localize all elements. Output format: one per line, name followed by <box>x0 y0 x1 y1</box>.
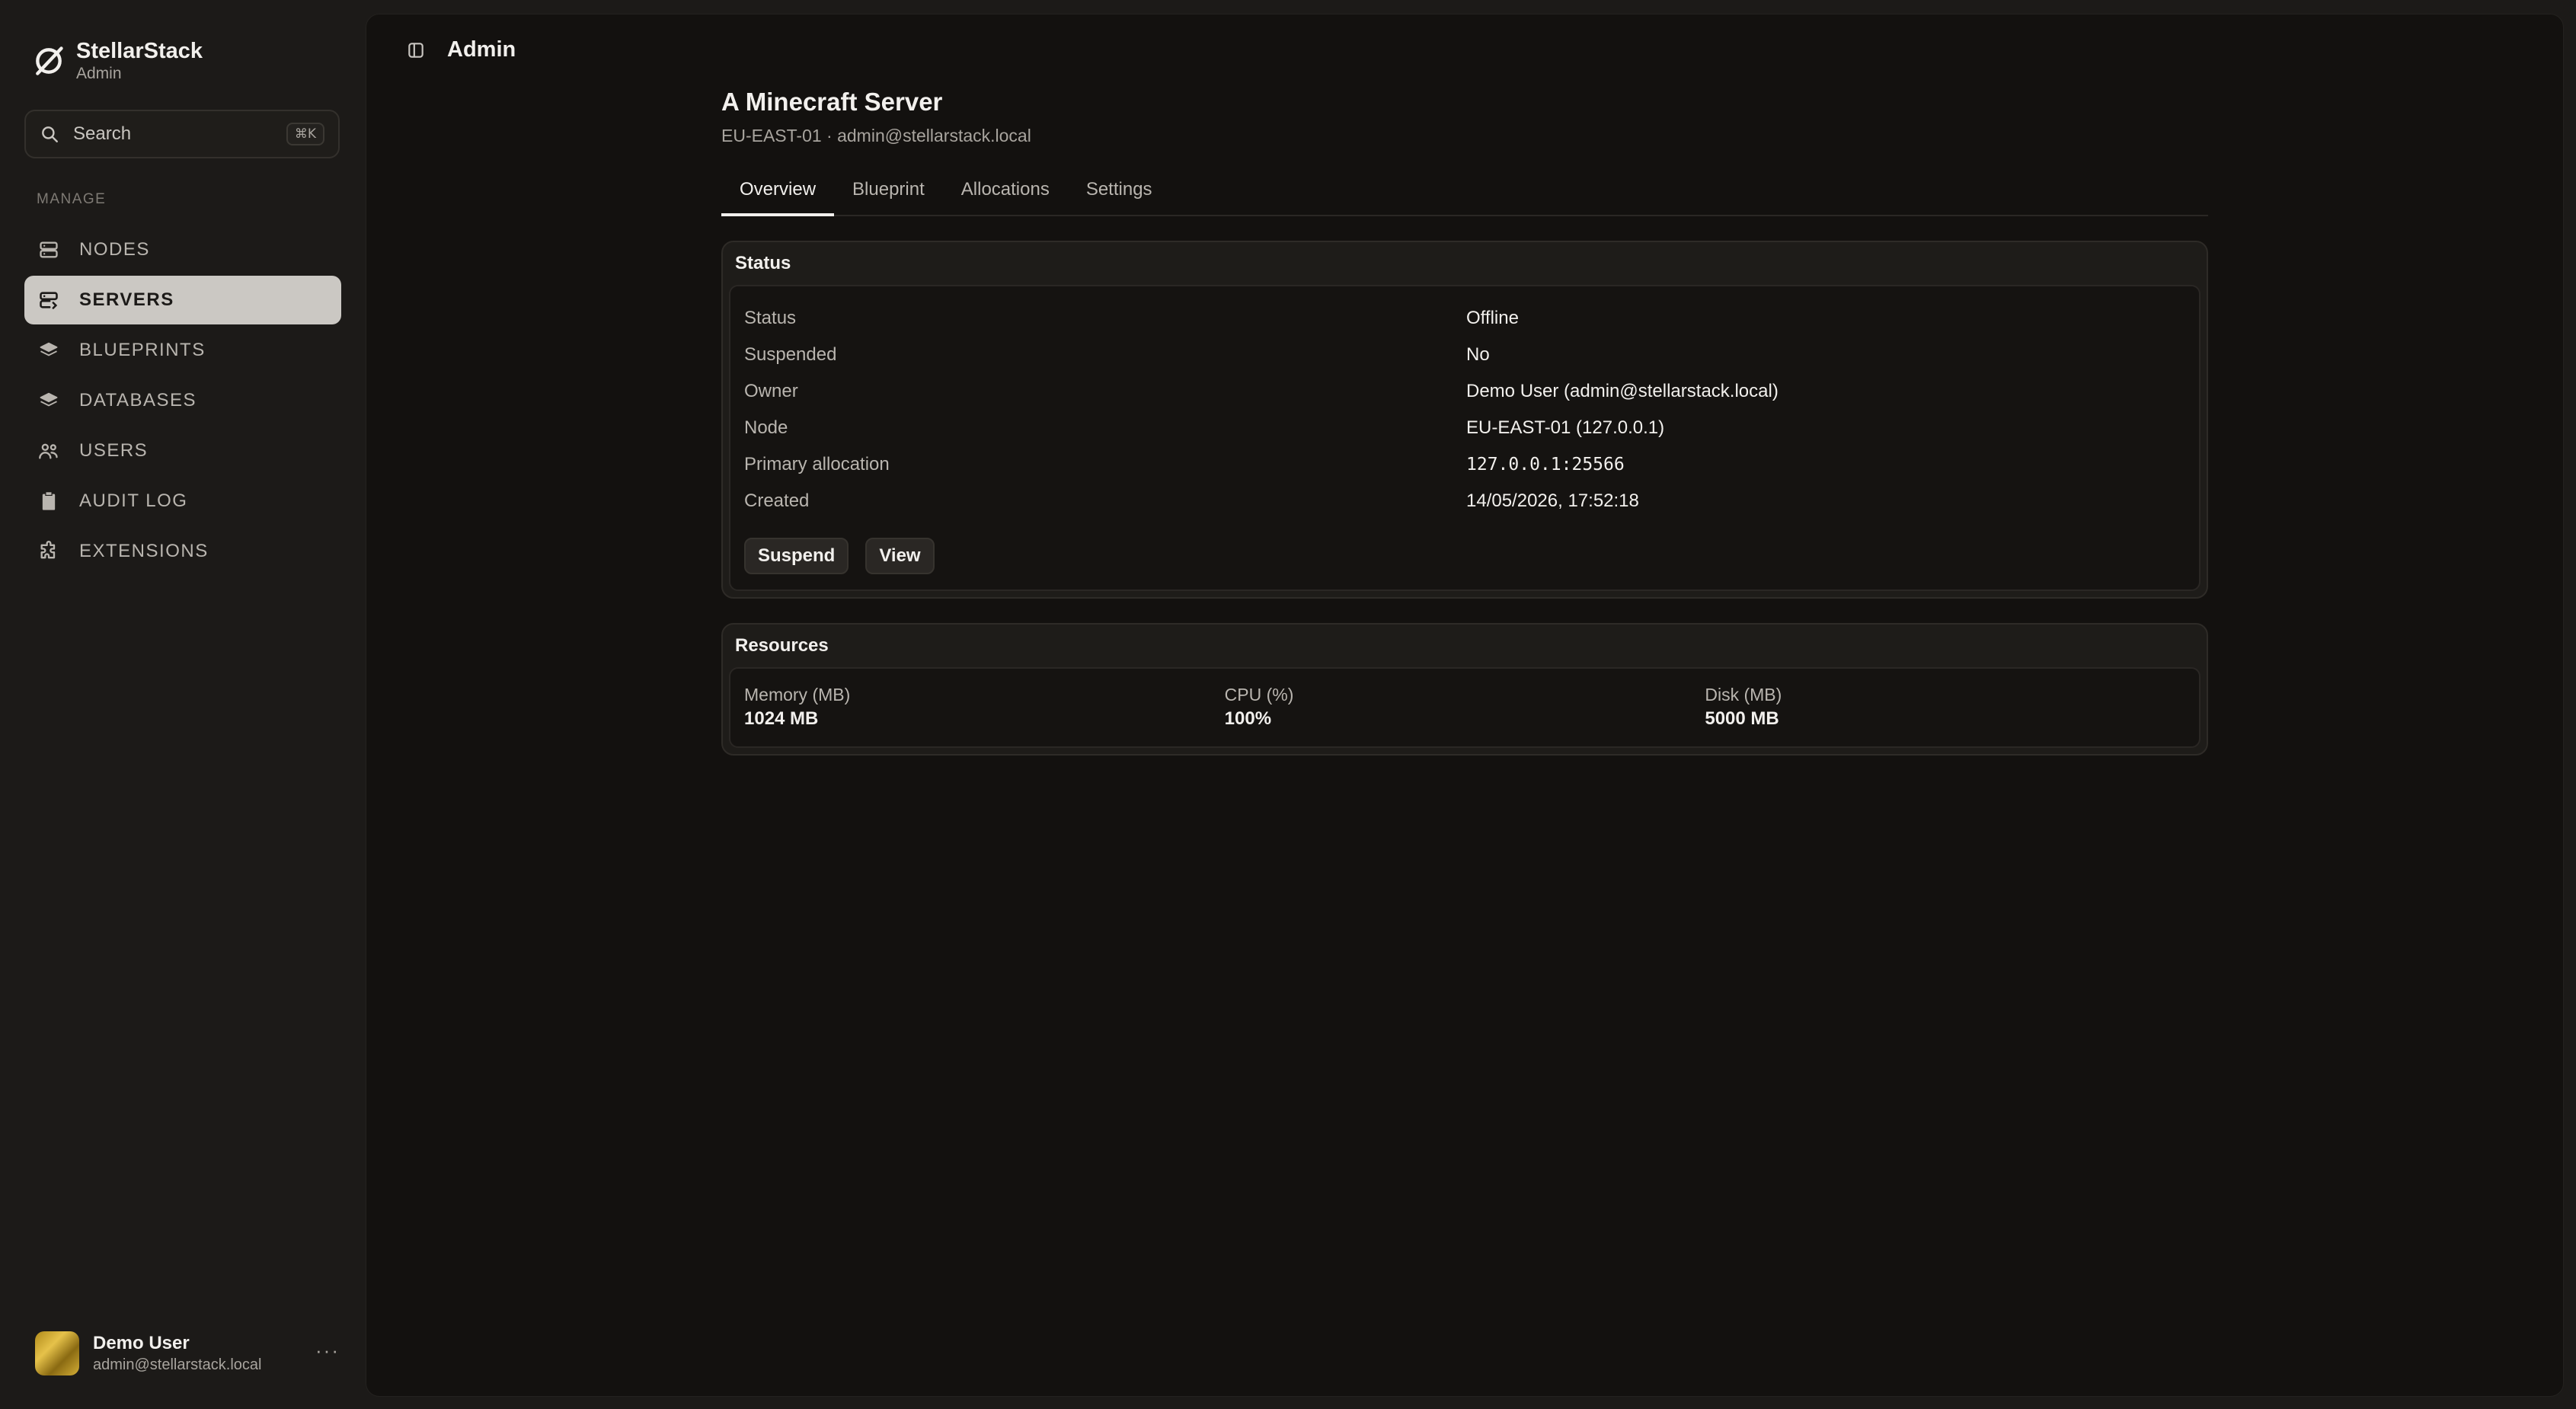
resources-card-title: Resources <box>735 635 829 656</box>
status-row-value: Offline <box>1466 308 1519 328</box>
topbar: Admin <box>406 37 516 62</box>
puzzle-icon <box>40 541 56 559</box>
status-row-key: Status <box>744 308 797 328</box>
tab-settings[interactable]: Settings <box>1068 172 1171 216</box>
status-row-key: Suspended <box>744 344 837 365</box>
status-row-key: Created <box>744 490 810 511</box>
layers-icon <box>40 342 58 356</box>
avatar <box>35 1331 79 1375</box>
resources-card-body: Memory (MB) 1024 MB CPU (%) 100% Disk (M… <box>729 667 2200 748</box>
status-row-value: 14/05/2026, 17:52:18 <box>1466 490 1639 511</box>
resource-value: 1024 MB <box>744 708 819 729</box>
sidebar: StellarStack Admin Search ⌘K MANAGE NODE… <box>0 0 364 1409</box>
user-email: admin@stellarstack.local <box>93 1356 262 1373</box>
sidebar-item-extensions[interactable]: EXTENSIONS <box>24 527 341 576</box>
users-icon <box>39 443 58 459</box>
user-name: Demo User <box>93 1333 190 1353</box>
more-options-icon[interactable]: ··· <box>315 1339 340 1363</box>
sidebar-item-label: DATABASES <box>79 390 197 411</box>
sidebar-item-servers[interactable]: SERVERS <box>24 276 341 324</box>
server-subtitle: EU-EAST-01 · admin@stellarstack.local <box>721 126 1031 145</box>
sidebar-item-label: EXTENSIONS <box>79 541 209 561</box>
resource-cpu: CPU (%) 100% <box>1225 682 1705 731</box>
server-edit-icon <box>40 292 58 309</box>
status-card-title: Status <box>735 253 791 273</box>
status-row-value: EU-EAST-01 (127.0.0.1) <box>1466 417 1665 438</box>
tab-bar: Overview Blueprint Allocations Settings <box>721 172 2208 216</box>
status-row-key: Owner <box>744 381 798 401</box>
status-row-value: 127.0.0.1:25566 <box>1466 455 1625 474</box>
tab-overview[interactable]: Overview <box>721 172 835 216</box>
clipboard-icon <box>42 492 56 510</box>
status-actions: Suspend View <box>744 538 2185 574</box>
status-row-value: Demo User (admin@stellarstack.local) <box>1466 381 1779 401</box>
server-icon <box>40 241 58 258</box>
sidebar-item-label: USERS <box>79 440 149 461</box>
resources-card: Resources Memory (MB) 1024 MB CPU (%) 10… <box>721 623 2208 756</box>
sidebar-toggle-icon[interactable] <box>406 40 426 60</box>
sidebar-item-users[interactable]: USERS <box>24 427 341 475</box>
brand[interactable]: StellarStack Admin <box>32 38 203 84</box>
status-row-value: No <box>1466 344 1490 365</box>
status-row-key: Node <box>744 417 788 438</box>
resource-label: Memory (MB) <box>744 685 851 704</box>
stellarstack-logo-icon <box>36 46 63 75</box>
sidebar-item-label: BLUEPRINTS <box>79 340 206 360</box>
view-button[interactable]: View <box>865 538 935 574</box>
suspend-button[interactable]: Suspend <box>744 538 849 574</box>
resource-label: Disk (MB) <box>1705 685 1782 704</box>
status-row: Status Offline <box>744 300 2185 337</box>
sidebar-item-databases[interactable]: DATABASES <box>24 376 341 425</box>
status-row: Created 14/05/2026, 17:52:18 <box>744 483 2185 519</box>
status-card: Status Status Offline Suspended No Owner… <box>721 241 2208 599</box>
sidebar-item-label: NODES <box>79 239 150 260</box>
status-card-body: Status Offline Suspended No Owner Demo U… <box>729 285 2200 591</box>
tab-allocations[interactable]: Allocations <box>943 172 1068 216</box>
resource-disk: Disk (MB) 5000 MB <box>1705 682 2185 731</box>
sidebar-item-audit-log[interactable]: AUDIT LOG <box>24 477 341 526</box>
main-panel: Admin A Minecraft Server EU-EAST-01 · ad… <box>366 14 2564 1397</box>
server-detail: A Minecraft Server EU-EAST-01 · admin@st… <box>721 88 2208 756</box>
resource-label: CPU (%) <box>1224 685 1294 704</box>
sidebar-item-label: AUDIT LOG <box>79 490 188 511</box>
user-profile[interactable]: Demo User admin@stellarstack.local ··· <box>35 1331 340 1375</box>
status-row: Owner Demo User (admin@stellarstack.loca… <box>744 373 2185 410</box>
layers-icon <box>40 392 58 407</box>
sidebar-item-nodes[interactable]: NODES <box>24 225 341 274</box>
server-title: A Minecraft Server <box>721 88 943 116</box>
page-title: Admin <box>447 37 516 62</box>
sidebar-nav: NODES SERVERS BLUEPRINTS DATABASES USERS… <box>24 225 341 577</box>
search-shortcut-badge: ⌘K <box>286 123 324 145</box>
search-label: Search <box>73 123 132 144</box>
search-icon <box>42 126 58 142</box>
sidebar-item-label: SERVERS <box>79 289 174 310</box>
resources-grid: Memory (MB) 1024 MB CPU (%) 100% Disk (M… <box>744 682 2185 731</box>
resource-value: 5000 MB <box>1705 708 1779 729</box>
resource-value: 100% <box>1224 708 1272 729</box>
tab-blueprint[interactable]: Blueprint <box>834 172 943 216</box>
section-label-manage: MANAGE <box>37 191 107 207</box>
sidebar-item-blueprints[interactable]: BLUEPRINTS <box>24 326 341 375</box>
brand-subtitle: Admin <box>76 65 122 82</box>
brand-name: StellarStack <box>76 39 203 63</box>
status-row-key: Primary allocation <box>744 454 890 474</box>
resource-memory: Memory (MB) 1024 MB <box>744 682 1225 731</box>
search-input[interactable]: Search ⌘K <box>24 110 340 158</box>
status-row: Primary allocation 127.0.0.1:25566 <box>744 446 2185 483</box>
status-row: Node EU-EAST-01 (127.0.0.1) <box>744 410 2185 446</box>
status-row: Suspended No <box>744 337 2185 373</box>
